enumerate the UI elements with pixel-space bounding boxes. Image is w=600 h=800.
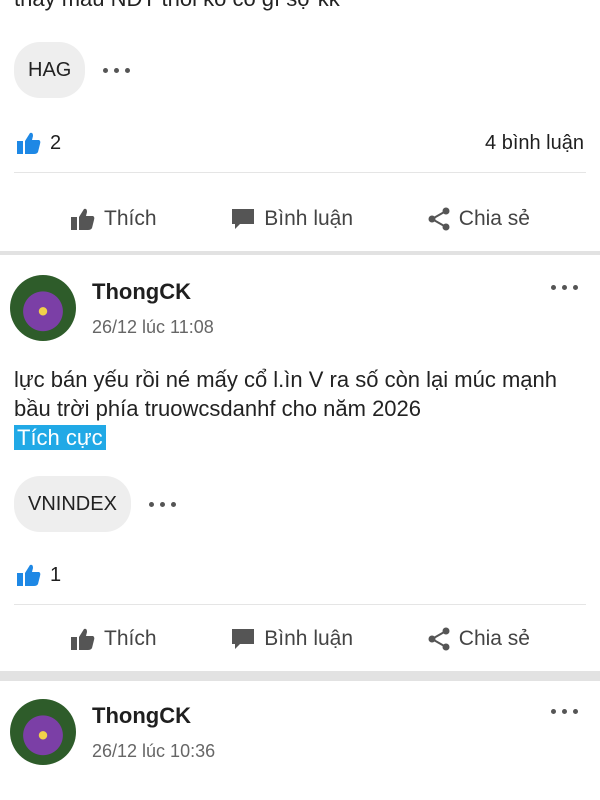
like-count-text: 2	[50, 131, 62, 154]
comment-icon	[230, 207, 256, 231]
like-count[interactable]: 2	[16, 131, 61, 155]
post-item: ThongCK 26/12 lúc 10:36	[0, 681, 600, 765]
author-name[interactable]: ThongCK	[92, 703, 215, 729]
thumbs-up-icon	[16, 131, 42, 155]
share-icon	[427, 207, 451, 231]
share-button[interactable]: Chia sẻ	[427, 207, 530, 231]
like-label: Thích	[104, 207, 157, 230]
post-time: 26/12 lúc 11:08	[92, 317, 214, 337]
post-item: ThongCK 26/12 lúc 11:08 lực bán yếu rồi …	[0, 255, 600, 671]
like-count-text: 1	[50, 563, 62, 586]
share-icon	[427, 627, 451, 651]
avatar[interactable]	[10, 699, 76, 765]
like-button[interactable]: Thích	[70, 627, 157, 651]
post-time: 26/12 lúc 10:36	[92, 741, 216, 761]
stock-tag-vnindex[interactable]: VNINDEX	[14, 476, 131, 532]
comment-count[interactable]: 4 bình luận	[485, 132, 584, 155]
more-dots-icon[interactable]	[148, 501, 176, 507]
share-button[interactable]: Chia sẻ	[427, 627, 530, 651]
post-body: lực bán yếu rồi né mấy cổ l.ìn V ra số c…	[0, 365, 600, 452]
stock-tag-hag[interactable]: HAG	[14, 42, 86, 98]
more-dots-icon[interactable]	[551, 285, 578, 290]
comment-icon	[230, 627, 256, 651]
post-text: lực bán yếu rồi né mấy cổ l.ìn V ra số c…	[14, 367, 557, 421]
comment-button[interactable]: Bình luận	[230, 627, 353, 651]
post-text-clipped: thay màu NĐT thôi kô có gì sợ kk	[0, 0, 600, 16]
more-dots-icon[interactable]	[551, 709, 578, 714]
comment-label: Bình luận	[264, 207, 354, 230]
comment-label: Bình luận	[264, 627, 354, 650]
thumbs-up-icon	[70, 627, 96, 651]
thumbs-up-icon	[70, 207, 96, 231]
share-label: Chia sẻ	[458, 207, 530, 230]
author-name[interactable]: ThongCK	[92, 279, 214, 305]
comment-button[interactable]: Bình luận	[230, 207, 353, 231]
post-previous: thay màu NĐT thôi kô có gì sợ kk HAG 2 4…	[0, 0, 600, 251]
divider	[14, 172, 586, 173]
sentiment-badge: Tích cực	[14, 425, 106, 450]
avatar[interactable]	[10, 275, 76, 341]
like-count[interactable]: 1	[16, 563, 61, 587]
share-label: Chia sẻ	[458, 627, 530, 650]
more-dots-icon[interactable]	[103, 67, 131, 73]
like-button[interactable]: Thích	[70, 207, 157, 231]
post-separator	[0, 671, 600, 681]
thumbs-up-icon	[16, 563, 42, 587]
divider	[14, 604, 586, 605]
like-label: Thích	[104, 627, 157, 650]
